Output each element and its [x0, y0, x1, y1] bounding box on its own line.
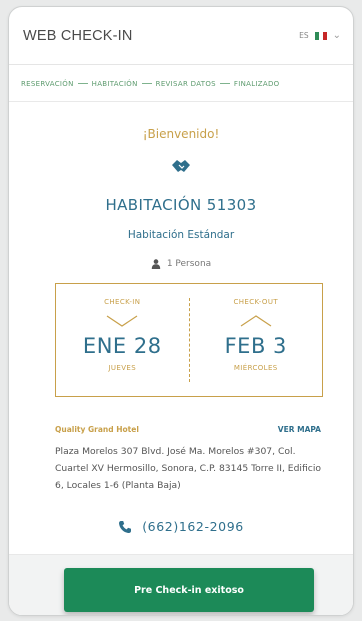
- stay-dates-card: CHECK-IN ENE 28 JUEVES CHECK-OUT FEB 3 M…: [55, 283, 323, 397]
- step-separator: [77, 83, 88, 84]
- checkin-label: CHECK-IN: [104, 298, 141, 306]
- app-title: WEB CHECK-IN: [23, 27, 133, 44]
- checkin-date: ENE 28: [82, 334, 162, 358]
- hotel-name: Quality Grand Hotel: [55, 425, 139, 434]
- checkin-weekday: JUEVES: [108, 364, 137, 372]
- welcome-text: ¡Bienvenido!: [142, 127, 220, 141]
- checkout-date: FEB 3: [224, 334, 287, 358]
- hotel-phone[interactable]: (662)162-2096: [9, 519, 353, 534]
- room-number: HABITACIÓN 51303: [105, 196, 257, 214]
- view-map-link[interactable]: VER MAPA: [278, 425, 321, 434]
- step-reservacion: RESERVACIÓN: [21, 79, 74, 88]
- checkout-column: CHECK-OUT FEB 3 MIÉRCOLES: [190, 284, 323, 396]
- checkin-column: CHECK-IN ENE 28 JUEVES: [56, 284, 189, 396]
- checkout-label: CHECK-OUT: [233, 298, 279, 306]
- step-habitacion: HABITACIÓN: [91, 79, 138, 88]
- pre-checkin-success-button[interactable]: Pre Check-in exitoso: [64, 568, 314, 612]
- language-selector[interactable]: ES ⌄: [299, 30, 341, 41]
- phone-number: (662)162-2096: [142, 519, 244, 534]
- language-code: ES: [299, 31, 309, 40]
- guest-count-label: 1 Persona: [166, 259, 212, 269]
- step-separator: [219, 83, 230, 84]
- guest-count: 1 Persona: [9, 259, 353, 269]
- chevron-down-icon: [106, 315, 138, 327]
- chevron-up-icon: [240, 315, 272, 327]
- handshake-icon: [172, 160, 190, 172]
- mexico-flag-icon: [314, 31, 327, 40]
- header-bar: WEB CHECK-IN ES ⌄: [9, 7, 353, 65]
- hotel-address: Plaza Morelos 307 Blvd. José Ma. Morelos…: [55, 446, 321, 491]
- step-finalizado: FINALIZADO: [233, 79, 280, 88]
- room-type: Habitación Estándar: [127, 229, 235, 241]
- checkout-weekday: MIÉRCOLES: [233, 364, 278, 372]
- progress-steps: RESERVACIÓN HABITACIÓN REVISAR DATOS FIN…: [9, 66, 353, 102]
- person-icon: [151, 259, 161, 269]
- chevron-down-icon: ⌄: [332, 30, 341, 41]
- app-frame: WEB CHECK-IN ES ⌄ RESERVACIÓN HABITACIÓN…: [8, 6, 354, 616]
- step-revisar-datos: REVISAR DATOS: [155, 79, 216, 88]
- phone-icon: [119, 520, 132, 533]
- step-separator: [141, 83, 152, 84]
